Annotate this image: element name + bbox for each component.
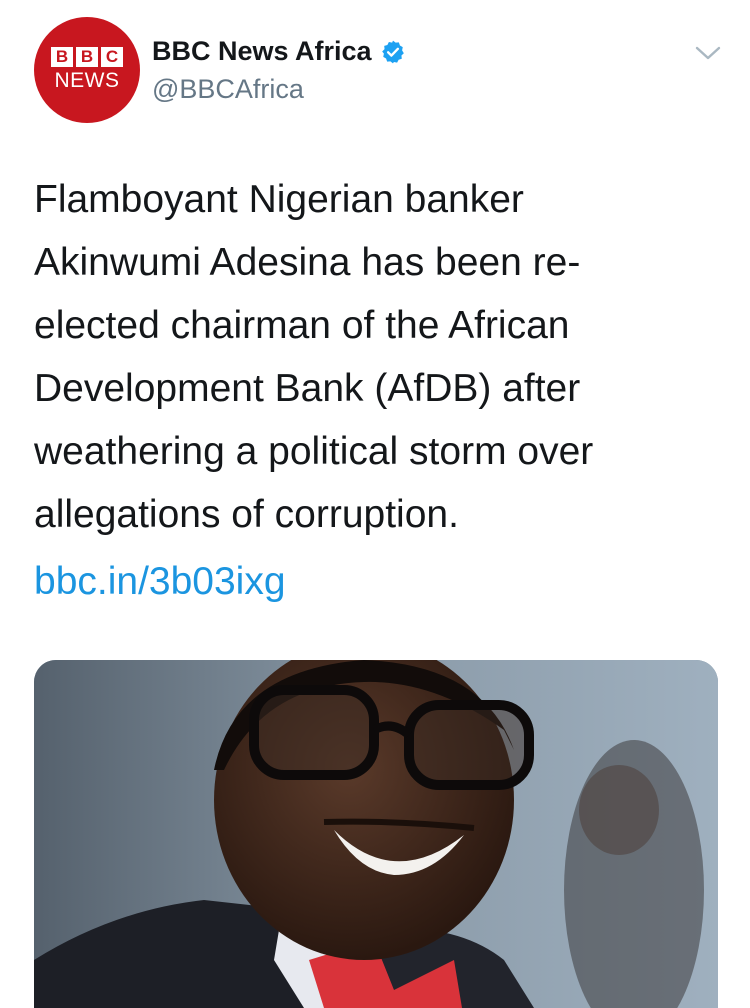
tweet-photo[interactable] — [34, 660, 718, 1008]
tweet-link[interactable]: bbc.in/3b03ixg — [34, 560, 286, 604]
display-name[interactable]: BBC News Africa — [152, 36, 372, 67]
tweet: B B C NEWS BBC News Africa @BBCAfrica Fl… — [0, 0, 750, 1008]
avatar[interactable]: B B C NEWS — [34, 17, 140, 123]
bbc-logo-news-word: NEWS — [54, 69, 120, 92]
bbc-logo-block: B — [76, 47, 98, 67]
verified-badge-icon — [380, 39, 406, 65]
tweet-text: Flamboyant Nigerian banker Akinwumi Ades… — [34, 168, 714, 546]
account-handle[interactable]: @BBCAfrica — [152, 74, 304, 105]
tweet-text-line: elected chairman of the African — [34, 304, 570, 347]
tweet-text-line: Flamboyant Nigerian banker — [34, 178, 524, 221]
portrait-photo-image — [34, 660, 718, 1008]
bbc-logo-block: C — [101, 47, 123, 67]
tweet-text-line: Akinwumi Adesina has been re- — [34, 241, 581, 284]
bbc-logo-block: B — [51, 47, 73, 67]
display-name-row: BBC News Africa — [152, 36, 406, 67]
bbc-logo-blocks: B B C — [51, 47, 123, 67]
chevron-down-icon[interactable] — [694, 43, 722, 63]
tweet-text-line: allegations of corruption. — [34, 493, 459, 536]
tweet-text-line: Development Bank (AfDB) after — [34, 367, 581, 410]
tweet-text-line: weathering a political storm over — [34, 430, 594, 473]
